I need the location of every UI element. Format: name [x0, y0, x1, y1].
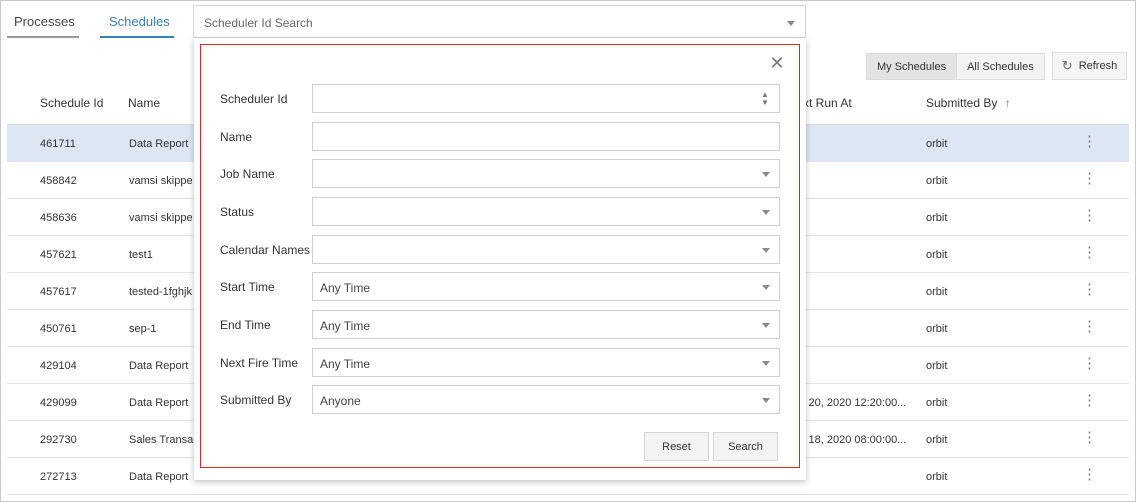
chevron-down-icon[interactable]	[787, 21, 795, 26]
tab-schedules-underline	[100, 36, 174, 38]
reset-button[interactable]: Reset	[644, 432, 709, 461]
tab-processes[interactable]: Processes	[14, 14, 75, 29]
filter-label: Job Name	[220, 167, 275, 181]
cell-schedule-id: 292730	[40, 434, 77, 446]
filter-field-value: Any Time	[320, 357, 371, 371]
cell-name: tested-1fghjk	[129, 286, 192, 298]
header-schedule-id[interactable]: Schedule Id	[40, 96, 103, 110]
filter-label: Name	[220, 130, 253, 144]
cell-next-run-at: j 20, 2020 12:20:00...	[803, 397, 907, 409]
filter-field-value: Anyone	[320, 394, 361, 408]
more-vertical-icon[interactable]: ⋮	[1082, 134, 1097, 149]
my-schedules-button[interactable]: My Schedules	[866, 53, 958, 80]
cell-name: vamsi skippe	[129, 175, 193, 187]
cell-schedule-id: 458842	[40, 175, 77, 187]
filter-field-name[interactable]	[312, 122, 780, 151]
cell-schedule-id: 461711	[40, 138, 76, 150]
more-vertical-icon[interactable]: ⋮	[1082, 430, 1097, 445]
cell-submitted-by: orbit	[926, 212, 948, 224]
filter-label: Submitted By	[220, 393, 292, 407]
tab-schedules[interactable]: Schedules	[109, 14, 170, 29]
cell-submitted-by: orbit	[926, 434, 948, 446]
cell-schedule-id: 457621	[40, 249, 77, 261]
filter-field-end-time[interactable]: Any Time	[312, 310, 780, 339]
cell-schedule-id: 450761	[40, 323, 77, 335]
cell-name: Data Report	[129, 360, 189, 372]
cell-name: test1	[129, 249, 153, 261]
refresh-label: Refresh	[1078, 60, 1118, 72]
refresh-button[interactable]: ↻ Refresh	[1052, 52, 1127, 80]
cell-schedule-id: 458636	[40, 212, 77, 224]
scheduler-id-search[interactable]: Scheduler Id Search	[193, 5, 806, 38]
more-vertical-icon[interactable]: ⋮	[1082, 171, 1097, 186]
cell-schedule-id: 457617	[40, 286, 77, 298]
cell-name: Sales Transa	[129, 434, 194, 446]
cell-submitted-by: orbit	[926, 360, 948, 372]
more-vertical-icon[interactable]: ⋮	[1082, 319, 1097, 334]
more-vertical-icon[interactable]: ⋮	[1082, 393, 1097, 408]
filter-field-status[interactable]	[312, 197, 780, 226]
cell-submitted-by: orbit	[926, 286, 948, 298]
cell-schedule-id: 429104	[40, 360, 77, 372]
filter-field-calendar-names[interactable]	[312, 235, 780, 264]
filter-label: Next Fire Time	[220, 356, 299, 370]
filter-label: Scheduler Id	[220, 92, 288, 106]
chevron-down-icon[interactable]	[762, 172, 770, 177]
filter-label: Status	[220, 205, 255, 219]
search-button[interactable]: Search	[713, 432, 778, 461]
chevron-down-icon[interactable]	[762, 398, 770, 403]
cell-submitted-by: orbit	[926, 323, 948, 335]
filter-popup: ✕ Scheduler Id ▲ ▼ Name Job Name Status Calend…	[194, 38, 806, 480]
cell-name: Data Report	[129, 397, 189, 409]
filter-label: End Time	[220, 318, 271, 332]
filter-field-submitted-by[interactable]: Anyone	[312, 385, 780, 414]
chevron-down-icon[interactable]	[762, 285, 770, 290]
spinner-icon[interactable]: ▲ ▼	[761, 91, 769, 107]
more-vertical-icon[interactable]: ⋮	[1082, 467, 1097, 482]
cell-name: Data Report	[129, 471, 189, 483]
header-submitted-by[interactable]: Submitted By ↑	[926, 96, 1011, 110]
cell-schedule-id: 429099	[40, 397, 77, 409]
chevron-down-icon[interactable]	[762, 361, 770, 366]
sort-ascending-icon[interactable]: ↑	[1005, 96, 1011, 110]
cell-submitted-by: orbit	[926, 471, 948, 483]
more-vertical-icon[interactable]: ⋮	[1082, 245, 1097, 260]
refresh-icon: ↻	[1061, 58, 1073, 73]
filter-field-scheduler-id[interactable]: ▲ ▼	[312, 84, 780, 113]
cell-submitted-by: orbit	[926, 138, 948, 150]
cell-submitted-by: orbit	[926, 249, 948, 261]
more-vertical-icon[interactable]: ⋮	[1082, 208, 1097, 223]
search-placeholder: Scheduler Id Search	[204, 16, 313, 30]
cell-name: vamsi skippe	[129, 212, 193, 224]
more-vertical-icon[interactable]: ⋮	[1082, 282, 1097, 297]
filter-field-value: Any Time	[320, 281, 371, 295]
all-schedules-button[interactable]: All Schedules	[957, 53, 1045, 80]
chevron-down-icon[interactable]	[762, 323, 770, 328]
schedule-scope-toggle: My Schedules All Schedules	[866, 53, 1045, 80]
filter-field-job-name[interactable]	[312, 159, 780, 188]
chevron-down-icon[interactable]	[762, 248, 770, 253]
filter-label: Start Time	[220, 280, 275, 294]
cell-name: sep-1	[129, 323, 157, 335]
cell-next-run-at: j 18, 2020 08:00:00...	[803, 434, 907, 446]
header-name[interactable]: Name	[128, 96, 160, 110]
cell-submitted-by: orbit	[926, 175, 948, 187]
chevron-down-icon[interactable]	[762, 210, 770, 215]
filter-field-next-fire-time[interactable]: Any Time	[312, 348, 780, 377]
close-icon[interactable]: ✕	[767, 53, 787, 73]
header-submitted-by-label: Submitted By	[926, 96, 998, 110]
more-vertical-icon[interactable]: ⋮	[1082, 356, 1097, 371]
header-next-run-at[interactable]: xt Run At	[803, 96, 852, 110]
filter-field-start-time[interactable]: Any Time	[312, 272, 780, 301]
cell-schedule-id: 272713	[40, 471, 77, 483]
cell-name: Data Report	[129, 138, 189, 150]
filter-field-value: Any Time	[320, 319, 371, 333]
cell-submitted-by: orbit	[926, 397, 948, 409]
tab-processes-underline	[7, 36, 79, 38]
filter-label: Calendar Names	[220, 243, 311, 257]
filter-form: ✕ Scheduler Id ▲ ▼ Name Job Name Status Calend…	[200, 44, 800, 468]
